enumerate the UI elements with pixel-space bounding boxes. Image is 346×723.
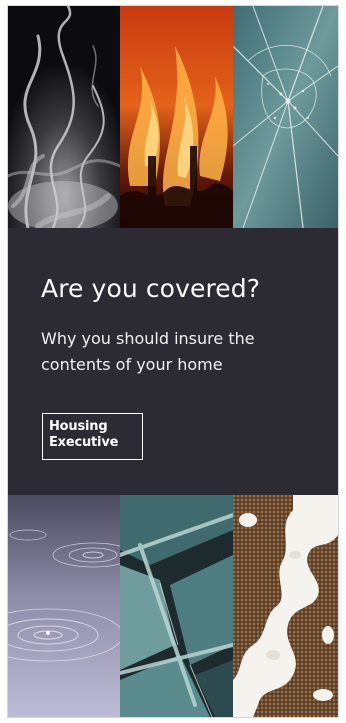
title-band: Are you covered? Why you should insure t… — [8, 228, 338, 495]
water-ripples-image — [8, 495, 120, 717]
fire-image — [120, 6, 233, 228]
logo-line-2: Executive — [49, 435, 119, 450]
subtitle: Why you should insure the contents of yo… — [41, 329, 255, 374]
top-image-strip — [8, 6, 338, 228]
cracked-glass-image — [233, 6, 338, 228]
broken-glass-image — [120, 495, 233, 717]
carpet-spill-image — [233, 495, 338, 717]
smoke-image — [8, 6, 120, 228]
leaflet-cover: Are you covered? Why you should insure t… — [8, 6, 338, 717]
logo-line-1: Housing — [49, 419, 108, 434]
bottom-image-strip — [8, 495, 338, 717]
page-title: Are you covered? — [41, 274, 261, 303]
housing-executive-logo: Housing Executive — [42, 413, 143, 460]
